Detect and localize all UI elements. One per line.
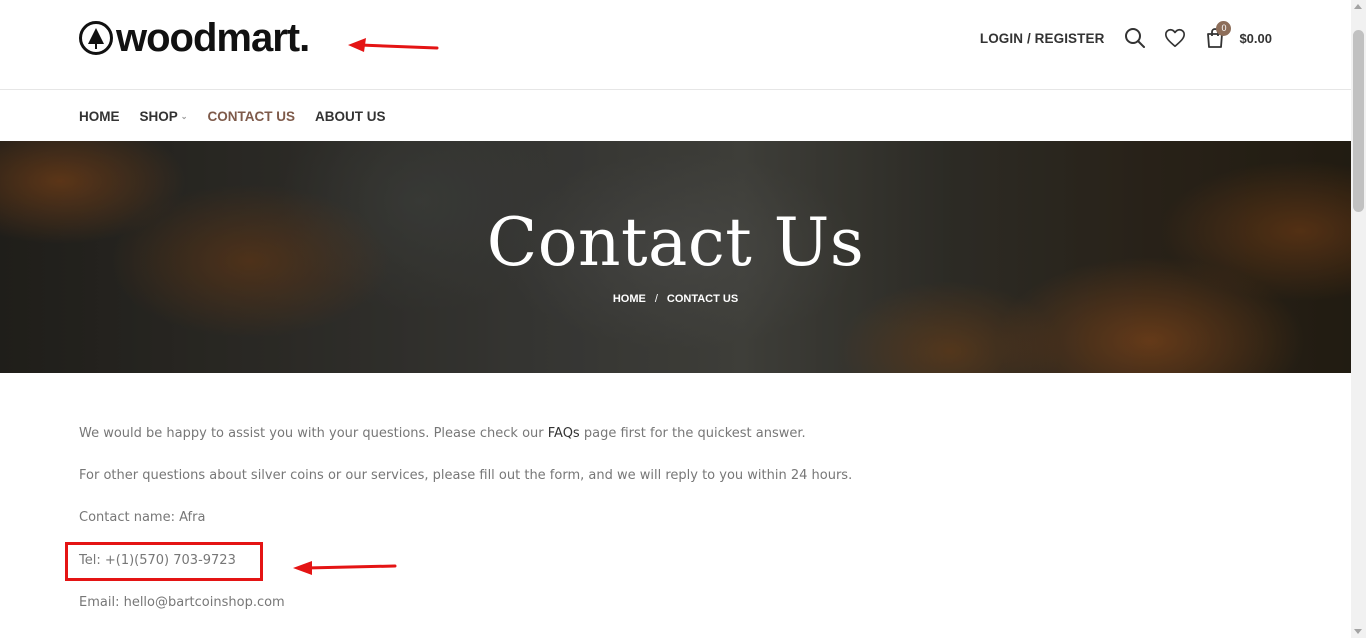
nav-label: HOME <box>79 108 120 124</box>
main-navigation: HOME SHOP ⌄ CONTACT US ABOUT US <box>0 91 1351 141</box>
scroll-up-arrow-icon[interactable] <box>1354 4 1362 9</box>
annotation-arrow-logo <box>348 38 439 52</box>
header-actions: LOGIN / REGISTER 0 $0.00 <box>980 21 1272 54</box>
faq-link[interactable]: FAQs <box>548 426 580 441</box>
tree-icon <box>79 21 113 55</box>
scrollbar-thumb[interactable] <box>1353 30 1364 212</box>
cart-total: $0.00 <box>1239 30 1272 46</box>
intro-text-end: page first for the quickest answer. <box>579 426 806 441</box>
search-icon[interactable] <box>1124 27 1146 49</box>
chevron-down-icon: ⌄ <box>180 111 188 121</box>
logo-text: woodmart. <box>116 16 310 60</box>
intro-text: We would be happy to assist you with you… <box>79 426 548 441</box>
other-questions-paragraph: For other questions about silver coins o… <box>79 468 853 483</box>
nav-item-contact-us[interactable]: CONTACT US <box>207 109 295 124</box>
scroll-down-arrow-icon[interactable] <box>1354 629 1362 634</box>
nav-item-shop[interactable]: SHOP ⌄ <box>140 109 188 124</box>
page-title: Contact Us <box>486 204 865 281</box>
breadcrumb-separator: / <box>654 293 658 305</box>
header: woodmart. LOGIN / REGISTER 0 $0.00 <box>0 0 1351 90</box>
site-logo[interactable]: woodmart. <box>79 16 310 60</box>
annotation-highlight-box <box>65 542 263 581</box>
nav-label: CONTACT US <box>207 108 295 124</box>
annotation-arrow-tel <box>293 561 397 575</box>
nav-label: ABOUT US <box>314 108 386 124</box>
page-scrollbar[interactable] <box>1351 0 1366 638</box>
cart-count-badge: 0 <box>1216 21 1232 36</box>
login-register-link[interactable]: LOGIN / REGISTER <box>980 31 1105 46</box>
email: Email: hello@bartcoinshop.com <box>79 595 285 610</box>
page: woodmart. LOGIN / REGISTER 0 $0.00 HOME … <box>0 0 1351 638</box>
breadcrumb-current: CONTACT US <box>666 293 739 305</box>
nav-label: SHOP <box>139 108 178 124</box>
intro-paragraph: We would be happy to assist you with you… <box>79 426 806 441</box>
nav-item-home[interactable]: HOME <box>79 109 120 124</box>
breadcrumb-home[interactable]: HOME <box>613 293 646 305</box>
heart-icon[interactable] <box>1164 27 1186 49</box>
contact-name: Contact name: Afra <box>79 510 206 525</box>
page-title-banner: Contact Us HOME / CONTACT US <box>0 141 1351 373</box>
nav-item-about-us[interactable]: ABOUT US <box>315 109 386 124</box>
breadcrumb: HOME / CONTACT US <box>0 293 1351 305</box>
cart-button[interactable]: 0 $0.00 <box>1204 21 1272 49</box>
